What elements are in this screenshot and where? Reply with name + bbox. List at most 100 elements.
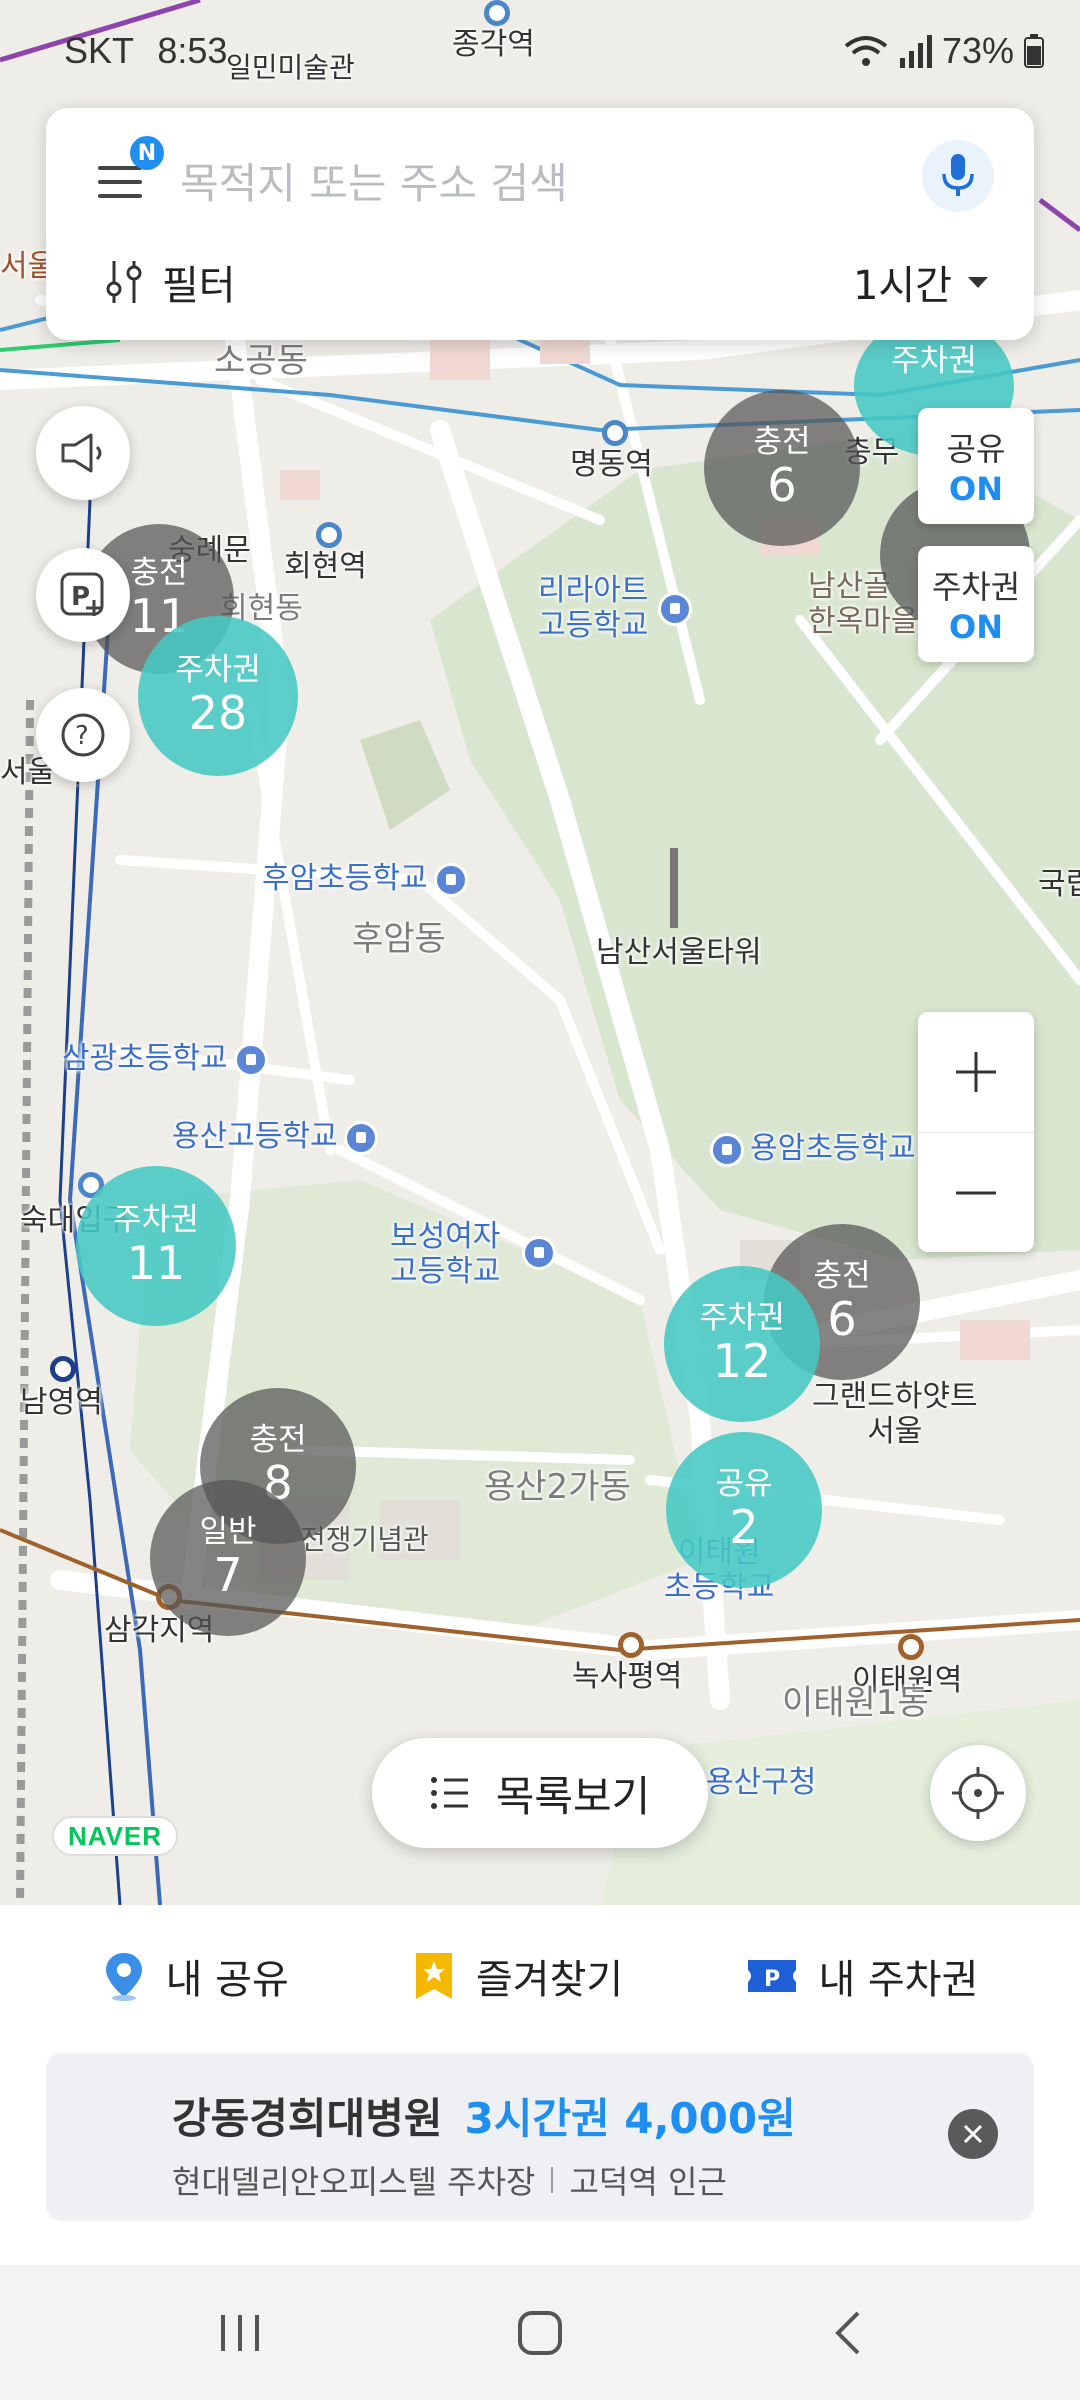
star-bookmark-icon bbox=[416, 1953, 452, 1999]
search-card: N 목적지 또는 주소 검색 필터 1시간 bbox=[46, 108, 1034, 340]
cluster-ticket[interactable]: 주차권 11 bbox=[76, 1166, 236, 1326]
favorites-label: 즐겨찾기 bbox=[476, 1957, 624, 2003]
close-button[interactable] bbox=[948, 2109, 998, 2159]
cluster-count: 28 bbox=[188, 685, 248, 740]
parking-ticket-icon: P bbox=[748, 1960, 797, 1992]
school-icon bbox=[658, 592, 692, 626]
map-label-hoehyeon: 회현역 bbox=[284, 549, 367, 584]
zoom-control bbox=[918, 1012, 1034, 1252]
map-label-yongam: 용암초등학교 bbox=[710, 1131, 916, 1167]
my-ticket-button[interactable]: P 내 주차권 bbox=[746, 1947, 978, 2005]
map-label-huam-dong: 후암동 bbox=[352, 919, 446, 959]
map-label-yongsan-gu: 용산구청 bbox=[706, 1765, 817, 1800]
list-icon bbox=[430, 1777, 468, 1809]
recent-ticket-price: 3시간권 4,000원 bbox=[464, 2094, 796, 2143]
zoom-in-button[interactable] bbox=[918, 1012, 1034, 1132]
school-icon bbox=[233, 1042, 268, 1077]
help-icon: ? bbox=[61, 713, 105, 757]
recent-apps-icon bbox=[221, 2315, 259, 2351]
cluster-count: 2 bbox=[729, 1499, 759, 1554]
battery-percent: 73% bbox=[941, 30, 1014, 71]
quick-menu: 내 공유 즐겨찾기 P 내 주차권 bbox=[0, 1947, 1080, 2005]
map-label-noksapyeong: 녹사평역 bbox=[572, 1659, 683, 1694]
list-view-button[interactable]: 목록보기 bbox=[372, 1738, 708, 1848]
cluster-general[interactable]: 일반 7 bbox=[150, 1480, 306, 1636]
recent-lot: 현대델리안오피스텔 주차장 bbox=[172, 2163, 536, 2201]
plus-icon bbox=[956, 1052, 996, 1092]
minus-icon bbox=[956, 1191, 996, 1194]
home-icon bbox=[518, 2311, 562, 2355]
recent-ticket-card[interactable]: 강동경희대병원 3시간권 4,000원 현대델리안오피스텔 주차장 고덕역 인근 bbox=[46, 2053, 1034, 2221]
map-label-grand-hyatt: 그랜드하얏트 서울 bbox=[812, 1379, 978, 1449]
tower-icon bbox=[670, 848, 678, 928]
recent-title: 강동경희대병원 3시간권 4,000원 bbox=[172, 2085, 796, 2146]
zoom-out-button[interactable] bbox=[918, 1132, 1034, 1252]
time-value: 1시간 bbox=[852, 263, 952, 309]
home-button[interactable] bbox=[508, 2303, 572, 2363]
svg-text:?: ? bbox=[75, 721, 89, 751]
cluster-label: 주차권 bbox=[891, 343, 977, 379]
ticket-toggle[interactable]: 주차권 ON bbox=[918, 546, 1034, 662]
share-toggle[interactable]: 공유 ON bbox=[918, 408, 1034, 524]
cluster-label: 주차권 bbox=[175, 651, 261, 688]
map-label-huam-elem: 후암초등학교 bbox=[262, 861, 468, 897]
station-marker bbox=[602, 420, 628, 446]
station-marker bbox=[50, 1356, 76, 1382]
search-input[interactable]: 목적지 또는 주소 검색 bbox=[180, 150, 568, 211]
svg-text:P: P bbox=[764, 1967, 780, 1992]
favorites-button[interactable]: 즐겨찾기 bbox=[412, 1947, 623, 2005]
cluster-charge[interactable]: 충전 6 bbox=[704, 390, 860, 546]
school-icon bbox=[343, 1120, 378, 1155]
close-icon bbox=[963, 2124, 983, 2144]
add-parking-button[interactable]: P bbox=[36, 548, 130, 642]
cluster-ticket[interactable]: 주차권 12 bbox=[664, 1266, 820, 1422]
battery-icon bbox=[1024, 34, 1044, 68]
recent-apps-button[interactable] bbox=[210, 2303, 270, 2363]
cluster-label: 일반 bbox=[199, 1513, 257, 1550]
share-toggle-label: 공유 bbox=[946, 430, 1006, 468]
sound-button[interactable] bbox=[36, 406, 130, 500]
station-marker bbox=[618, 1632, 644, 1658]
back-icon bbox=[835, 2311, 860, 2355]
recent-place: 강동경희대병원 bbox=[172, 2094, 443, 2143]
current-location-button[interactable] bbox=[930, 1745, 1026, 1841]
crosshair-icon bbox=[952, 1767, 1004, 1819]
microphone-icon bbox=[942, 154, 974, 196]
cluster-label: 충전 bbox=[249, 1421, 307, 1458]
filter-label: 필터 bbox=[162, 263, 236, 309]
cluster-label: 충전 bbox=[753, 423, 811, 460]
map-label-sogong: 소공동 bbox=[214, 341, 308, 381]
cluster-label: 주차권 bbox=[113, 1201, 199, 1238]
bottom-panel: 내 공유 즐겨찾기 P 내 주차권 강동경희대병원 3시간권 4,000원 현대델… bbox=[0, 1905, 1080, 2265]
speaker-icon bbox=[61, 433, 102, 473]
filter-button[interactable]: 필터 bbox=[104, 253, 236, 311]
help-button[interactable]: ? bbox=[36, 688, 130, 782]
cluster-count: 7 bbox=[213, 1547, 243, 1602]
wifi-icon bbox=[844, 36, 888, 66]
cluster-count: 6 bbox=[827, 1291, 857, 1346]
map-label-namyeong: 남영역 bbox=[20, 1385, 103, 1420]
cluster-share[interactable]: 공유 2 bbox=[666, 1432, 822, 1588]
system-nav-bar bbox=[0, 2265, 1080, 2400]
school-icon bbox=[522, 1236, 556, 1270]
map-label-itaewon1: 이태원1동 bbox=[782, 1683, 929, 1723]
cluster-label: 공유 bbox=[715, 1465, 773, 1502]
cluster-label: 충전 bbox=[130, 554, 188, 591]
map-label-yongsan2ga: 용산2가동 bbox=[484, 1467, 631, 1507]
time-dropdown[interactable]: 1시간 bbox=[853, 253, 988, 311]
cluster-ticket[interactable]: 주차권 28 bbox=[138, 616, 298, 776]
ticket-toggle-state: ON bbox=[949, 608, 1003, 646]
voice-search-button[interactable] bbox=[922, 140, 994, 212]
list-view-label: 목록보기 bbox=[495, 1771, 651, 1821]
my-share-button[interactable]: 내 공유 bbox=[102, 1947, 289, 2005]
cluster-count: 11 bbox=[126, 1235, 186, 1290]
station-marker bbox=[316, 522, 342, 548]
status-left: SKT 8:53 bbox=[64, 30, 227, 72]
map-label-lilart: 리라아트 고등학교 bbox=[538, 573, 649, 643]
school-icon bbox=[710, 1132, 744, 1167]
signal-icon bbox=[899, 35, 932, 68]
recent-subtitle: 현대델리안오피스텔 주차장 고덕역 인근 bbox=[172, 2157, 727, 2203]
cluster-count: 12 bbox=[712, 1333, 772, 1388]
back-button[interactable] bbox=[822, 2303, 872, 2363]
clock: 8:53 bbox=[157, 30, 228, 71]
